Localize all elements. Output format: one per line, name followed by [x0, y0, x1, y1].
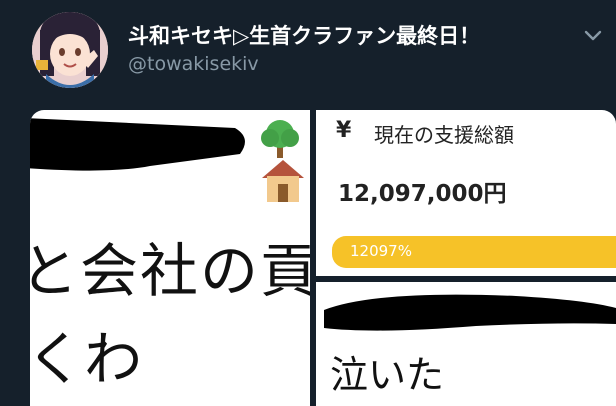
house-emoji-icon — [260, 156, 306, 204]
user-handle[interactable]: @towakisekiv — [128, 53, 259, 75]
total-support-label: 現在の支援総額 — [374, 123, 514, 147]
media-image-crowdfunding[interactable]: ¥ 現在の支援総額 12,097,000円 12097% — [316, 110, 616, 276]
total-support-amount: 12,097,000円 — [338, 181, 507, 207]
tree-emoji-icon — [256, 118, 304, 158]
avatar[interactable] — [32, 12, 108, 88]
avatar-illustration — [32, 12, 108, 88]
media-image-bottom[interactable]: 泣いた — [316, 282, 616, 406]
chevron-down-icon[interactable] — [583, 26, 603, 46]
media-image-left[interactable]: と会社の貢 くわ — [30, 110, 310, 406]
yen-icon: ¥ — [336, 118, 352, 143]
redaction-scribble — [324, 294, 616, 331]
funding-progress-bar: 12097% — [332, 236, 616, 268]
image-text-line2: くわ — [30, 325, 143, 393]
funding-progress-text: 12097% — [350, 242, 412, 260]
image-text: 泣いた — [330, 353, 445, 397]
image-text-line1: と会社の貢 — [30, 237, 310, 305]
display-name[interactable]: 斗和キセキ▷生首クラファン最終日！ — [128, 20, 480, 50]
tweet-media-grid: と会社の貢 くわ ¥ 現在の支援総額 12,097,000円 12097% 泣い… — [30, 110, 616, 406]
